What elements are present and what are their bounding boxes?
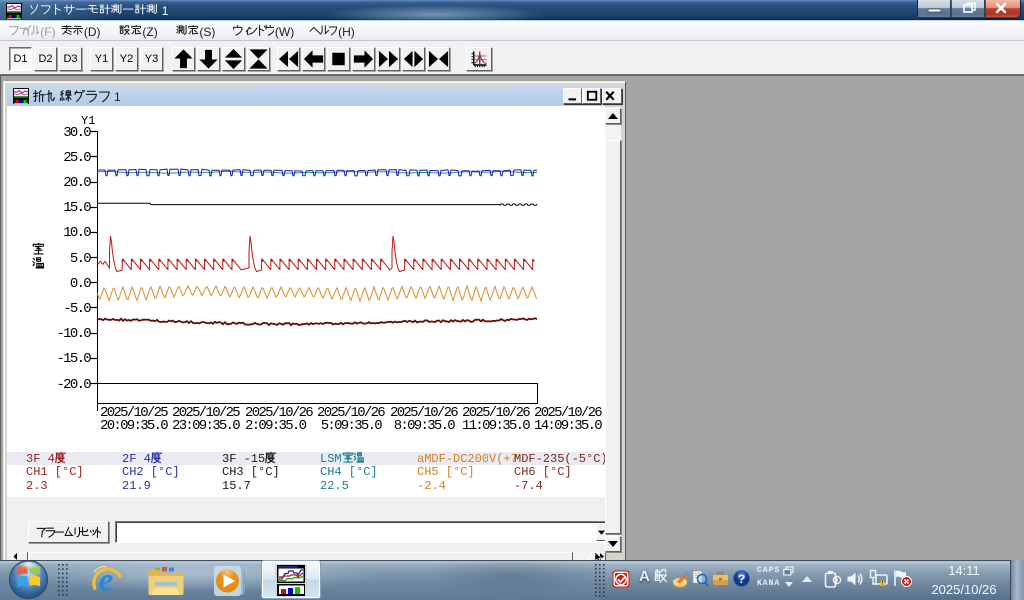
svg-text:?: ? bbox=[738, 572, 745, 586]
